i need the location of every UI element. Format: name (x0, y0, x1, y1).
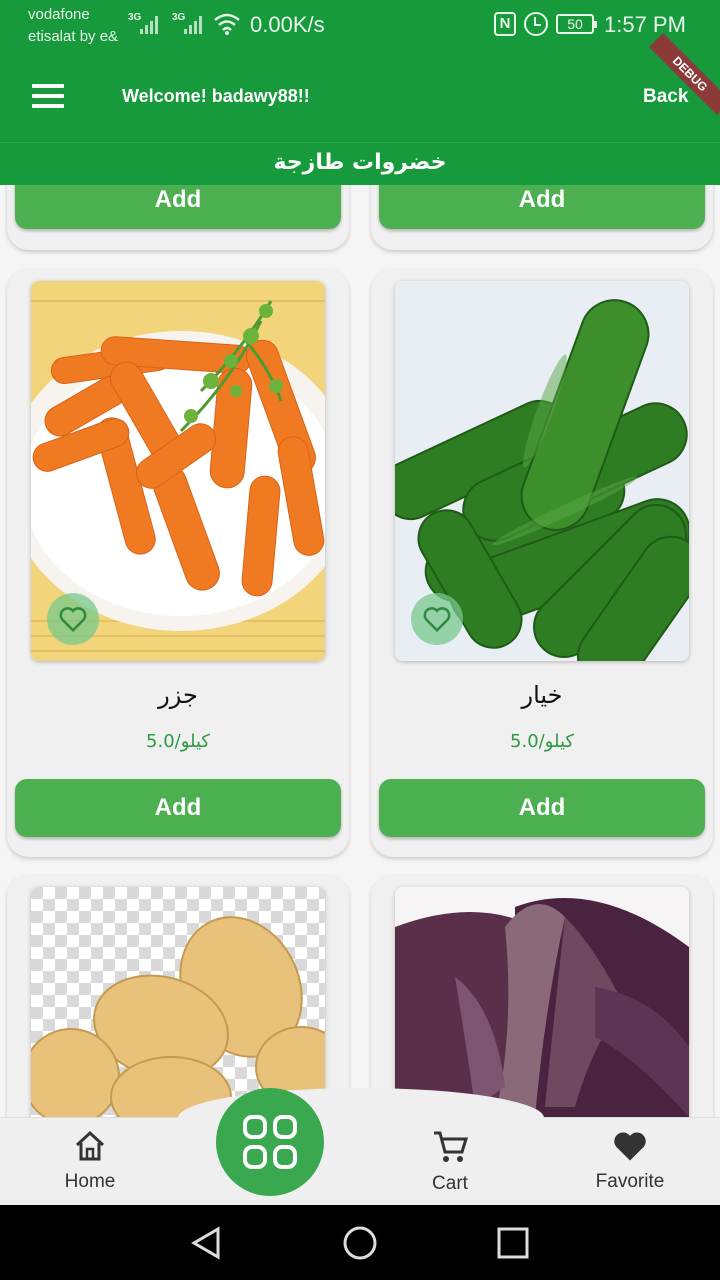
status-bar: vodafone etisalat by e& 3G 3G 0.00K/s N … (0, 0, 720, 50)
nav-favorite-label: Favorite (595, 1171, 665, 1192)
product-price: 5.0/كيلو (510, 731, 574, 752)
welcome-text: Welcome! badawy88!! (122, 86, 310, 106)
recents-square-icon[interactable] (495, 1225, 531, 1261)
category-title: خضروات طازجة (0, 142, 720, 185)
menu-icon[interactable] (32, 84, 64, 108)
product-card: Add (7, 185, 349, 250)
screen: vodafone etisalat by e& 3G 3G 0.00K/s N … (0, 0, 720, 1280)
grid-icon (243, 1115, 297, 1169)
heart-outline-icon (59, 607, 87, 633)
add-button[interactable]: Add (379, 185, 705, 229)
network-speed: 0.00K/s (250, 12, 325, 37)
product-card-cucumber[interactable]: خيار 5.0/كيلو Add (371, 269, 713, 857)
home-icon (75, 1130, 105, 1161)
categories-fab[interactable] (216, 1088, 324, 1196)
product-image[interactable] (395, 887, 689, 1117)
add-button[interactable]: Add (15, 185, 341, 229)
nav-cart-label: Cart (432, 1173, 468, 1194)
product-card-carrot[interactable]: جزر 5.0/كيلو Add (7, 269, 349, 857)
nav-favorite[interactable]: Favorite (570, 1130, 690, 1193)
clock: 1:57 PM (604, 12, 686, 37)
carrier-2: etisalat by e& (28, 28, 119, 45)
favorite-button[interactable] (47, 593, 99, 645)
add-button[interactable]: Add (379, 779, 705, 837)
favorite-button[interactable] (411, 593, 463, 645)
cart-icon (434, 1131, 469, 1162)
product-name: جزر (158, 681, 198, 709)
heart-filled-icon (614, 1132, 646, 1161)
product-card-onion[interactable] (371, 875, 713, 1117)
product-card: Add (371, 185, 713, 250)
back-triangle-icon[interactable] (188, 1225, 224, 1261)
signal-bars-1-icon (140, 14, 162, 34)
product-card-potato[interactable] (7, 875, 349, 1117)
signal-bars-2-icon (184, 14, 206, 34)
add-button[interactable]: Add (15, 779, 341, 837)
product-image[interactable] (31, 887, 325, 1117)
system-nav-bar (0, 1205, 720, 1280)
product-grid[interactable]: Add Add جزر 5.0/كيلو Add خيار 5.0/كيلو A… (0, 185, 720, 1117)
onion-image (395, 887, 689, 1117)
wifi-icon (214, 13, 240, 35)
product-image[interactable] (31, 281, 325, 661)
back-button[interactable]: Back (643, 86, 688, 108)
alarm-icon (524, 12, 548, 36)
battery-icon: 50 (556, 14, 597, 34)
nfc-icon: N (494, 12, 516, 36)
product-image[interactable] (395, 281, 689, 661)
nav-cart[interactable]: Cart (390, 1130, 510, 1195)
nav-home-label: Home (64, 1171, 116, 1192)
heart-outline-icon (423, 607, 451, 633)
home-circle-icon[interactable] (342, 1225, 378, 1261)
product-name: خيار (521, 681, 563, 709)
product-price: 5.0/كيلو (146, 731, 210, 752)
nav-home[interactable]: Home (30, 1130, 150, 1193)
app-bar: Welcome! badawy88!! Back DEBUG (0, 32, 720, 142)
bottom-nav: Home Cart Favorite (0, 1088, 720, 1205)
potato-image (31, 887, 325, 1117)
carrier-1: vodafone (28, 6, 90, 23)
